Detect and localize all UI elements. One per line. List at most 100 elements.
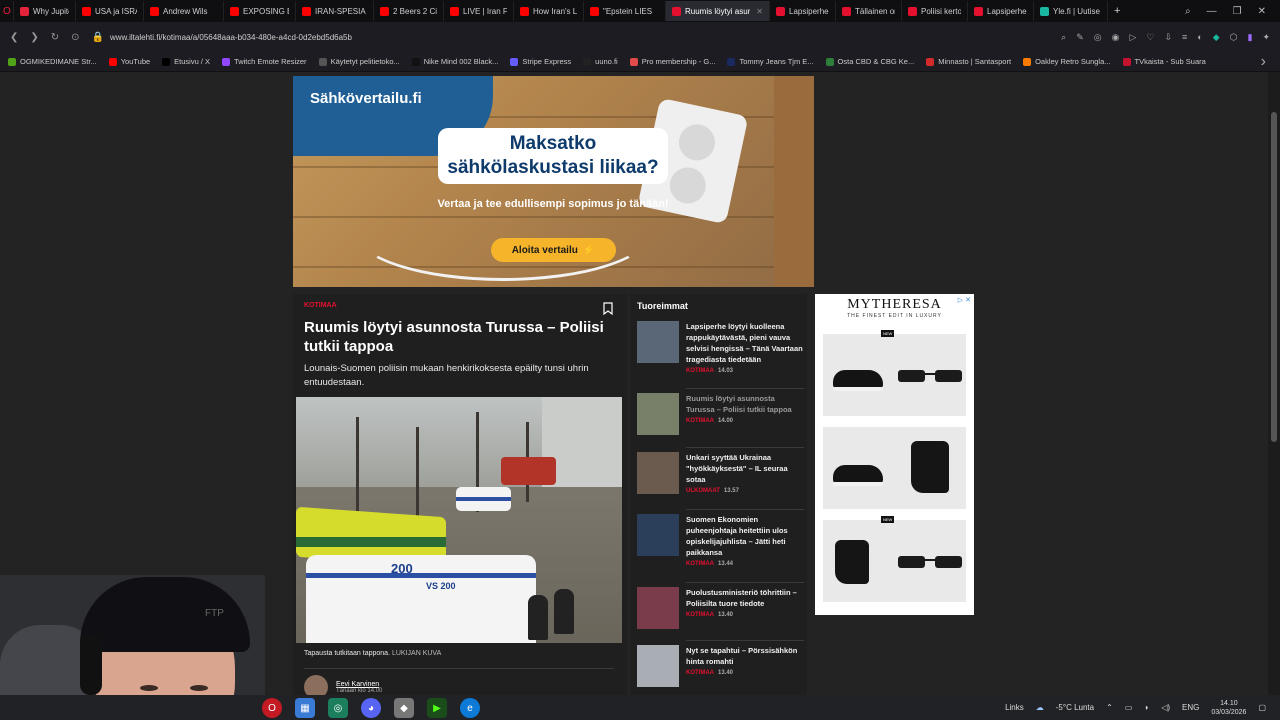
search-tabs-icon[interactable]: ⌕ xyxy=(1185,6,1191,17)
list-item-category[interactable]: KOTIMAA xyxy=(686,670,714,676)
list-item[interactable]: Lapsiperhe löytyi kuolleena rappukäytävä… xyxy=(637,321,805,389)
ad-banner-electricity[interactable]: Sähkövertailu.fi Maksatko sähkölaskustas… xyxy=(293,76,814,287)
bookmark-item[interactable]: Pro membership - G... xyxy=(629,57,715,66)
list-item-title[interactable]: Lapsiperhe löytyi kuolleena rappukäytävä… xyxy=(686,321,804,365)
edit-icon[interactable]: ✎ xyxy=(1076,32,1084,43)
play-icon[interactable]: ▷ xyxy=(1129,32,1136,43)
list-item-thumbnail[interactable] xyxy=(637,321,679,363)
ad-product-tile[interactable]: NEW xyxy=(823,516,966,602)
browser-tab[interactable]: Andrew Wils xyxy=(144,1,224,21)
bookmark-icon[interactable] xyxy=(603,302,613,315)
ad-cta-button[interactable]: Aloita vertailu ⚡ xyxy=(491,238,616,262)
list-item-title[interactable]: Ruumis löytyi asunnosta Turussa – Poliis… xyxy=(686,393,804,415)
discord-icon[interactable]: ◕ xyxy=(361,698,381,718)
list-item[interactable]: Puolustusministeriö töhrittiin – Poliisi… xyxy=(637,587,805,647)
list-item[interactable]: Unkari syyttää Ukrainaa "hyökkäyksestä" … xyxy=(637,452,805,512)
vpn-icon[interactable]: ◉ xyxy=(1112,32,1120,43)
opera-menu-icon[interactable]: O xyxy=(0,1,14,21)
forward-icon[interactable]: ❯ xyxy=(30,32,38,43)
list-item-thumbnail[interactable] xyxy=(637,393,679,435)
browser-tab[interactable]: LIVE | Iran Fir xyxy=(444,1,514,21)
extensions-icon[interactable]: ⬡ xyxy=(1230,32,1238,43)
browser-tab[interactable]: How Iran's Le xyxy=(514,1,584,21)
page-scrollbar[interactable] xyxy=(1268,72,1280,695)
list-item-category[interactable]: KOTIMAA xyxy=(686,368,714,374)
heart-icon[interactable]: ♡ xyxy=(1146,32,1154,43)
browser-tab[interactable]: "Epstein LIES xyxy=(584,1,666,21)
network-icon[interactable]: ◗ xyxy=(1144,703,1149,712)
weather-icon[interactable]: ☁ xyxy=(1036,703,1044,712)
browser-tab[interactable]: Yle.fi | Uutise xyxy=(1034,1,1108,21)
search-icon[interactable]: ⌕ xyxy=(1061,32,1066,43)
list-item-category[interactable]: KOTIMAA xyxy=(686,418,714,424)
close-tab-icon[interactable]: ✕ xyxy=(756,7,763,16)
browser-tab[interactable]: EXPOSING EP xyxy=(224,1,296,21)
list-item-title[interactable]: Suomen Ekonomien puheenjohtaja heitettii… xyxy=(686,514,804,558)
notification-icon[interactable]: ▢ xyxy=(1258,703,1266,712)
list-item[interactable]: Ruumis löytyi asunnosta Turussa – Poliis… xyxy=(637,393,805,453)
maximize-button[interactable]: ❐ xyxy=(1233,6,1242,17)
list-item-category[interactable]: ULKOMAAT xyxy=(686,488,720,494)
article-category[interactable]: KOTIMAA xyxy=(304,302,337,309)
list-item-title[interactable]: Puolustusministeriö töhrittiin – Poliisi… xyxy=(686,587,804,609)
tray-chevron-icon[interactable]: ⌃ xyxy=(1106,703,1113,712)
bookmark-item[interactable]: Tommy Jeans Tjm E... xyxy=(727,57,814,66)
list-item[interactable]: Nyt se tapahtui – Pörssisähkön hinta rom… xyxy=(637,645,805,695)
bookmark-item[interactable]: OGMIKEDIMANE Str... xyxy=(8,57,97,66)
browser-tab[interactable]: Lapsiperhe lö xyxy=(968,1,1034,21)
minimize-button[interactable]: — xyxy=(1207,6,1217,17)
browser-tab[interactable]: IRAN-SPESIA xyxy=(296,1,374,21)
browser-tab[interactable]: Lapsiperhe lö xyxy=(770,1,836,21)
links-toolbar[interactable]: Links xyxy=(1005,703,1024,712)
bookmark-item[interactable]: Oakley Retro Sungla... xyxy=(1023,57,1111,66)
language-indicator[interactable]: ENG xyxy=(1182,703,1199,712)
close-window-button[interactable]: ✕ xyxy=(1258,6,1266,17)
download-icon[interactable]: ⇩ xyxy=(1164,32,1172,43)
weather-text[interactable]: -5°C Lunta xyxy=(1056,703,1094,712)
volume-icon[interactable]: ◁) xyxy=(1161,703,1170,712)
bookmark-item[interactable]: Twitch Emote Resizer xyxy=(222,57,307,66)
list-item-title[interactable]: Unkari syyttää Ukrainaa "hyökkäyksestä" … xyxy=(686,452,804,485)
snapshot-icon[interactable]: ◎ xyxy=(1094,32,1102,43)
new-tab-button[interactable]: + xyxy=(1108,1,1126,21)
profile-icon[interactable]: ◐ xyxy=(1197,32,1202,43)
list-item-thumbnail[interactable] xyxy=(637,514,679,556)
bookmark-item[interactable]: TVkaista - Sub Suara xyxy=(1122,57,1206,66)
browser-tab[interactable]: 2 Beers 2 Cig xyxy=(374,1,444,21)
bookmarks-more-icon[interactable]: › xyxy=(1261,53,1280,71)
article-photo[interactable]: 200 VS 200 xyxy=(296,397,622,643)
author-name[interactable]: Eevi Karvinen xyxy=(336,681,382,688)
opera-icon[interactable]: O xyxy=(262,698,282,718)
aria-icon[interactable]: ▮ xyxy=(1248,32,1253,43)
list-item-thumbnail[interactable] xyxy=(637,587,679,629)
ad-mytheresa[interactable]: MYTHERESA THE FINEST EDIT IN LUXURY ▷ ✕ … xyxy=(815,294,974,615)
bookmark-item[interactable]: YouTube xyxy=(108,57,150,66)
browser-tab[interactable]: Why Jupiter i xyxy=(14,1,76,21)
bookmark-item[interactable]: Nike Mind 002 Black... xyxy=(411,57,498,66)
browser-tab[interactable]: USA ja ISRAE xyxy=(76,1,144,21)
browser-tab[interactable]: Poliisi kerto xyxy=(902,1,968,21)
bookmark-item[interactable]: uuno.fi xyxy=(583,57,618,66)
site-info-icon[interactable]: ⊙ xyxy=(71,32,79,43)
list-item-thumbnail[interactable] xyxy=(637,452,679,494)
reload-icon[interactable]: ↻ xyxy=(51,32,59,43)
clock[interactable]: 14.10 03/03/2026 xyxy=(1211,699,1246,717)
app-icon[interactable]: ◆ xyxy=(394,698,414,718)
ad-choices-icon[interactable]: ▷ ✕ xyxy=(958,296,971,304)
menu-icon[interactable]: ≡ xyxy=(1182,32,1187,43)
browser-tab[interactable]: Tällainen on l xyxy=(836,1,902,21)
url-field[interactable]: www.iltalehti.fi/kotimaa/a/05648aaa-b034… xyxy=(110,33,352,42)
list-item-category[interactable]: KOTIMAA xyxy=(686,561,714,567)
list-item[interactable]: Suomen Ekonomien puheenjohtaja heitettii… xyxy=(637,514,805,583)
photos-icon[interactable]: ▦ xyxy=(295,698,315,718)
bookmark-item[interactable]: Etusivu / X xyxy=(162,57,210,66)
ad-product-tile[interactable] xyxy=(823,427,966,509)
browser-tab[interactable]: Ruumis löytyi asunnos ✕ xyxy=(666,1,770,21)
extension-icon[interactable]: ◆ xyxy=(1213,32,1220,43)
whatsapp-icon[interactable]: ◎ xyxy=(328,698,348,718)
kick-icon[interactable]: ▶ xyxy=(427,698,447,718)
list-item-category[interactable]: KOTIMAA xyxy=(686,612,714,618)
ai-icon[interactable]: ✦ xyxy=(1262,32,1270,43)
bookmark-item[interactable]: Käytetyt pelitietoko... xyxy=(318,57,400,66)
list-item-title[interactable]: Nyt se tapahtui – Pörssisähkön hinta rom… xyxy=(686,645,804,667)
